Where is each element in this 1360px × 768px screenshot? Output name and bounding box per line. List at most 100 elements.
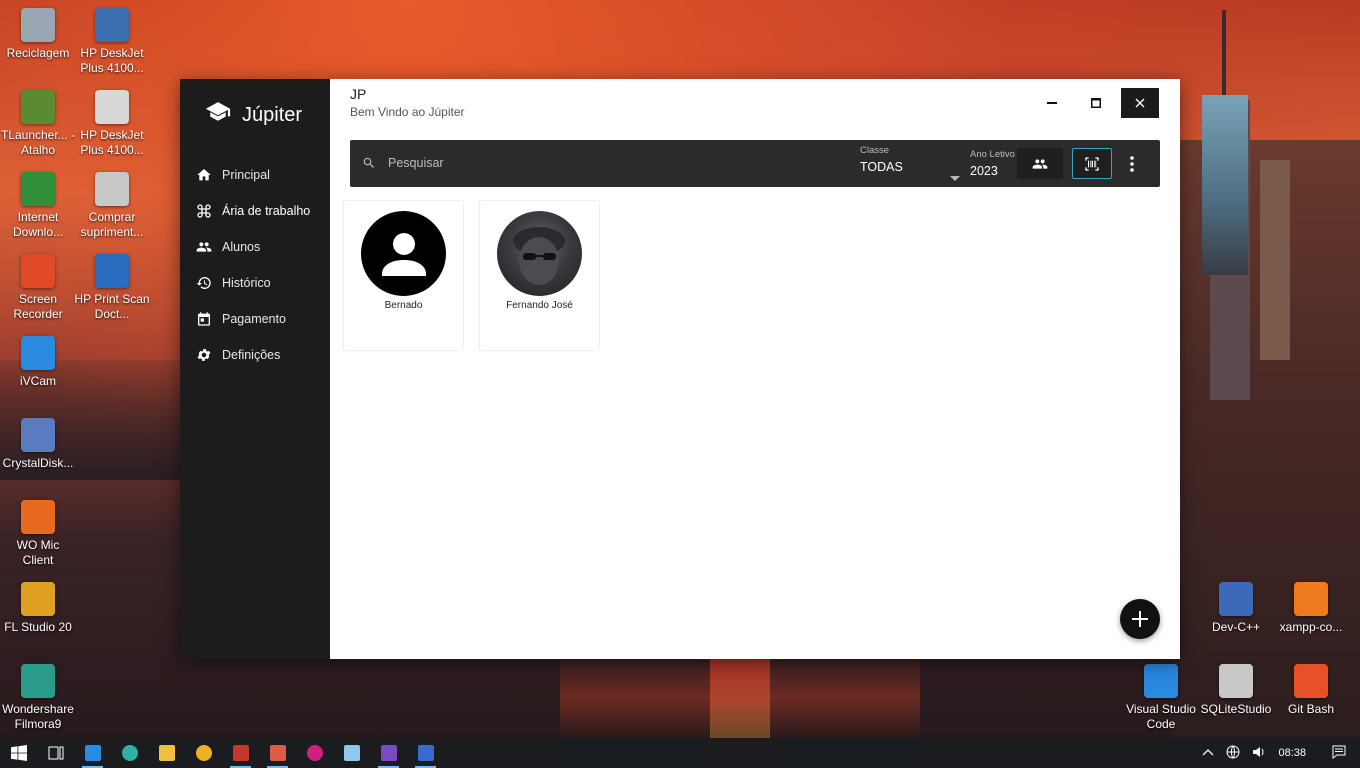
sidebar-item-area-trabalho[interactable]: Ária de trabalho: [180, 193, 330, 229]
minecraft-icon: [21, 90, 55, 124]
taskbar-layers[interactable]: [259, 738, 296, 768]
desktop-shortcut[interactable]: HP Print Scan Doct...: [74, 254, 150, 322]
taskbar-app[interactable]: [185, 738, 222, 768]
classe-value: TODAS: [860, 160, 903, 174]
desktop-shortcut[interactable]: Reciclagem: [0, 8, 76, 61]
chevron-up-icon[interactable]: [1202, 747, 1214, 759]
jupiter-window: Júpiter Principal Ária de trabalho Aluno…: [180, 79, 1180, 659]
search-icon: [362, 156, 376, 175]
devcpp-icon: [1219, 582, 1253, 616]
gear-icon: [197, 349, 211, 361]
desktop-shortcut[interactable]: WO Mic Client: [0, 500, 76, 568]
more-vert-icon: [1130, 155, 1134, 172]
sidebar-nav: Principal Ária de trabalho Alunos Histór…: [180, 157, 330, 373]
desktop-shortcut-label: CrystalDisk...: [2, 456, 74, 470]
desktop-shortcut-label: TLauncher... - Atalho: [0, 128, 76, 157]
wallpaper-city: [1170, 100, 1360, 740]
taskbar-app-2[interactable]: [296, 738, 333, 768]
desktop-shortcut[interactable]: HP DeskJet Plus 4100...: [74, 90, 150, 158]
idm-icon: [21, 172, 55, 206]
start-button[interactable]: [0, 738, 37, 768]
desktop-shortcut[interactable]: iVCam: [0, 336, 76, 389]
students-button[interactable]: [1017, 148, 1063, 179]
barcode-scan-button[interactable]: [1072, 148, 1112, 179]
taskbar-visual-studio[interactable]: [370, 738, 407, 768]
wallpaper-road: [560, 658, 920, 738]
maximize-button[interactable]: [1077, 88, 1115, 118]
taskbar-file-explorer[interactable]: [148, 738, 185, 768]
window-controls: [1027, 88, 1159, 118]
desktop-shortcut[interactable]: Git Bash: [1273, 664, 1349, 717]
sidebar-item-principal[interactable]: Principal: [180, 157, 330, 193]
desktop-shortcut[interactable]: Internet Downlo...: [0, 172, 76, 240]
printer-icon: [95, 90, 129, 124]
desktop-shortcut[interactable]: Screen Recorder: [0, 254, 76, 322]
desktop-shortcut[interactable]: HP DeskJet Plus 4100...: [74, 8, 150, 76]
sidebar-item-label: Principal: [222, 168, 270, 182]
search-input[interactable]: [388, 152, 828, 174]
desktop-shortcut-label: Git Bash: [1287, 702, 1335, 716]
visual-studio-icon: [380, 745, 397, 761]
brand[interactable]: Júpiter: [180, 79, 330, 151]
desktop-shortcut-label: Visual Studio Code: [1126, 702, 1196, 731]
app-icon: [306, 745, 323, 761]
desktop-shortcut-label: SQLiteStudio: [1200, 702, 1272, 716]
microphone-icon: [21, 500, 55, 534]
taskbar-notepad[interactable]: [333, 738, 370, 768]
taskbar-vscode[interactable]: [74, 738, 111, 768]
notification-icon[interactable]: [1332, 745, 1346, 762]
desktop-shortcut[interactable]: Comprar supriment...: [74, 172, 150, 240]
task-view-icon: [48, 746, 63, 760]
sidebar: Júpiter Principal Ária de trabalho Aluno…: [180, 79, 330, 659]
desktop-shortcut[interactable]: FL Studio 20: [0, 582, 76, 635]
notepad-icon: [343, 745, 360, 761]
more-options-button[interactable]: [1120, 148, 1144, 179]
access-icon: [232, 745, 249, 761]
sidebar-item-label: Alunos: [222, 240, 261, 254]
desktop-shortcut[interactable]: CrystalDisk...: [0, 418, 76, 471]
sidebar-item-pagamento[interactable]: Pagamento: [180, 301, 330, 337]
ivcam-icon: [21, 336, 55, 370]
network-icon[interactable]: [1226, 745, 1240, 762]
sqlite-icon: [1219, 664, 1253, 698]
taskbar-access[interactable]: [222, 738, 259, 768]
scan-doctor-icon: [95, 254, 129, 288]
desktop-shortcut[interactable]: Wondershare Filmora9: [0, 664, 76, 732]
home-icon: [197, 169, 211, 181]
app-icon: [195, 745, 212, 761]
main-content: JP Bem Vindo ao Júpiter Classe: [330, 79, 1180, 659]
sidebar-item-label: Definições: [222, 348, 281, 362]
vscode-icon: [84, 745, 101, 761]
student-card[interactable]: Bernado: [344, 201, 463, 350]
desktop-shortcut[interactable]: TLauncher... - Atalho: [0, 90, 76, 158]
clock[interactable]: 08:38: [1278, 747, 1306, 759]
desktop-shortcut[interactable]: Visual Studio Code: [1123, 664, 1199, 732]
taskbar-edge[interactable]: [111, 738, 148, 768]
desktop-shortcut-label: Screen Recorder: [13, 292, 63, 321]
minimize-icon: [1047, 102, 1057, 104]
desktop-shortcut[interactable]: Dev-C++: [1198, 582, 1274, 635]
task-view-button[interactable]: [37, 738, 74, 768]
xampp-icon: [1294, 582, 1328, 616]
people-icon: [1032, 158, 1048, 169]
close-button[interactable]: [1121, 88, 1159, 118]
system-tray: 08:38: [1196, 738, 1360, 768]
add-student-button[interactable]: [1120, 599, 1160, 639]
student-card[interactable]: Fernando José: [480, 201, 599, 350]
taskbar-jupiter[interactable]: [407, 738, 444, 768]
minimize-button[interactable]: [1033, 88, 1071, 118]
people-icon: [196, 242, 212, 252]
sidebar-item-definicoes[interactable]: Definições: [180, 337, 330, 373]
classe-select[interactable]: Classe TODAS: [860, 145, 960, 181]
volume-icon[interactable]: [1252, 745, 1266, 762]
desktop-shortcut-label: xampp-co...: [1279, 620, 1343, 634]
ano-letivo-field[interactable]: Ano Letivo 2023: [970, 149, 1015, 178]
classe-label: Classe: [860, 145, 890, 156]
command-icon: [197, 204, 211, 218]
sidebar-item-historico[interactable]: Histórico: [180, 265, 330, 301]
desktop-shortcut[interactable]: xampp-co...: [1273, 582, 1349, 635]
sidebar-item-alunos[interactable]: Alunos: [180, 229, 330, 265]
desktop-shortcut[interactable]: SQLiteStudio: [1198, 664, 1274, 717]
avatar-photo: [497, 211, 582, 296]
printer-ink-icon: [95, 172, 129, 206]
